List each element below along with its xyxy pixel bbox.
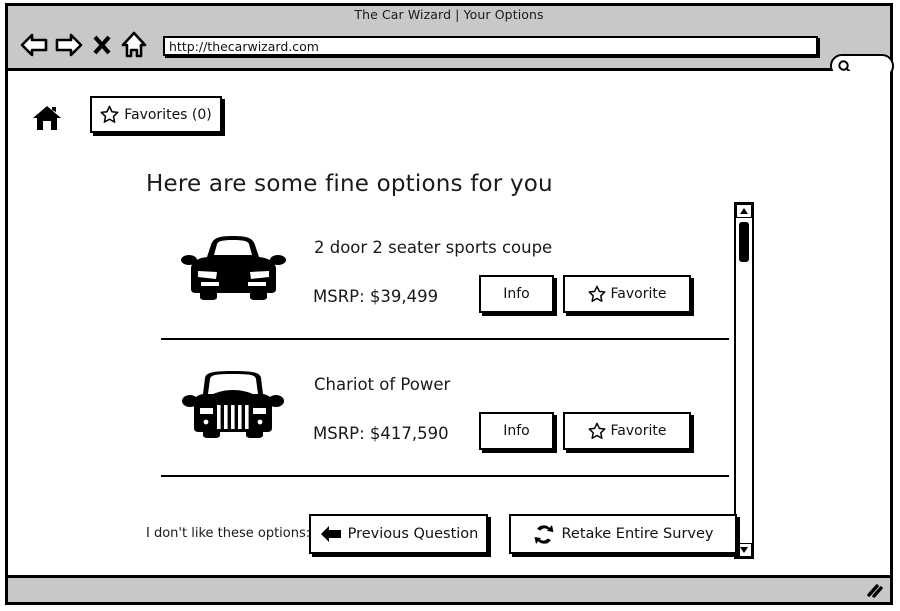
scrollbar-thumb[interactable]	[739, 222, 749, 262]
car-price: MSRP: $39,499	[313, 287, 439, 306]
jeep-car-icon	[181, 364, 286, 444]
info-button[interactable]: Info	[479, 275, 554, 313]
star-icon	[588, 285, 606, 303]
car-price: MSRP: $417,590	[313, 424, 449, 443]
page-headline: Here are some fine options for you	[146, 171, 553, 197]
footer-label: I don't like these options:	[146, 526, 311, 541]
info-button-label: Info	[503, 423, 530, 439]
footer-actions: I don't like these options: Previous Que…	[146, 508, 746, 556]
car-list-item: Chariot of Power MSRP: $417,590 Info Fav…	[161, 340, 729, 477]
car-title: Chariot of Power	[314, 375, 451, 394]
triangle-up-icon	[739, 207, 749, 215]
previous-question-label: Previous Question	[347, 526, 479, 542]
sports-car-icon	[181, 227, 286, 307]
previous-question-button[interactable]: Previous Question	[309, 514, 488, 554]
titlebar: The Car Wizard | Your Options	[8, 6, 890, 26]
favorite-button[interactable]: Favorite	[563, 275, 691, 313]
retake-survey-label: Retake Entire Survey	[561, 526, 714, 542]
list-scrollbar[interactable]	[734, 202, 754, 559]
refresh-icon	[532, 523, 556, 546]
scroll-up-button[interactable]	[736, 204, 752, 218]
url-bar[interactable]: http://thecarwizard.com	[163, 36, 818, 56]
favorites-button-label: Favorites (0)	[124, 106, 212, 123]
resize-grip-icon[interactable]	[866, 583, 884, 599]
site-home-button[interactable]	[30, 103, 64, 135]
car-options-list: 2 door 2 seater sports coupe MSRP: $39,4…	[161, 203, 729, 485]
info-button[interactable]: Info	[479, 412, 554, 450]
navigation-buttons	[19, 30, 148, 60]
browser-toolbar: http://thecarwizard.com	[8, 26, 894, 78]
close-x-icon[interactable]	[92, 32, 112, 58]
forward-arrow-icon[interactable]	[54, 31, 84, 59]
favorite-button[interactable]: Favorite	[563, 412, 691, 450]
url-input[interactable]: http://thecarwizard.com	[169, 39, 319, 54]
car-list-item: 2 door 2 seater sports coupe MSRP: $39,4…	[161, 203, 729, 340]
browser-window: The Car Wizard | Your Options http://the…	[5, 3, 894, 605]
window-title: The Car Wizard | Your Options	[354, 7, 544, 22]
star-icon	[588, 422, 606, 440]
page-content: Favorites (0) Here are some fine options…	[8, 71, 890, 579]
back-arrow-icon[interactable]	[19, 31, 49, 59]
retake-survey-button[interactable]: Retake Entire Survey	[509, 514, 737, 554]
favorite-button-label: Favorite	[610, 286, 667, 302]
info-button-label: Info	[503, 286, 530, 302]
car-title: 2 door 2 seater sports coupe	[314, 238, 553, 257]
favorites-button[interactable]: Favorites (0)	[90, 96, 222, 133]
star-icon	[100, 105, 119, 124]
statusbar	[8, 575, 890, 602]
home-icon[interactable]	[120, 30, 148, 60]
favorite-button-label: Favorite	[610, 423, 667, 439]
left-arrow-icon	[319, 523, 343, 545]
